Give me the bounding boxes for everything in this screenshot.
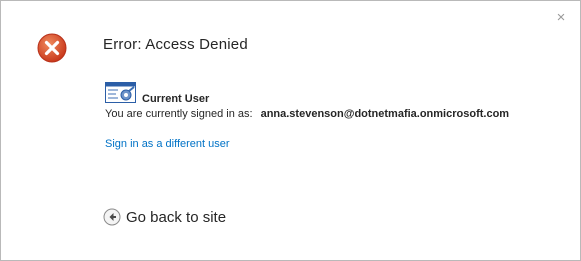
user-settings-icon	[105, 82, 136, 103]
back-arrow-icon[interactable]	[103, 208, 121, 226]
access-denied-dialog: × Error: Access Denied Current User You …	[0, 0, 581, 261]
sign-in-different-user-link[interactable]: Sign in as a different user	[105, 138, 230, 150]
user-email: anna.stevenson@dotnetmafia.onmicrosoft.c…	[260, 108, 510, 120]
close-icon[interactable]: ×	[554, 10, 568, 25]
page-title: Error: Access Denied	[103, 36, 248, 53]
error-x-icon	[37, 33, 67, 63]
go-back-to-site-link[interactable]: Go back to site	[103, 208, 226, 226]
signed-in-line: You are currently signed in as: anna.stev…	[105, 108, 509, 120]
signed-in-label: You are currently signed in as:	[105, 108, 253, 120]
current-user-heading: Current User	[142, 93, 210, 105]
go-back-label[interactable]: Go back to site	[126, 209, 226, 226]
